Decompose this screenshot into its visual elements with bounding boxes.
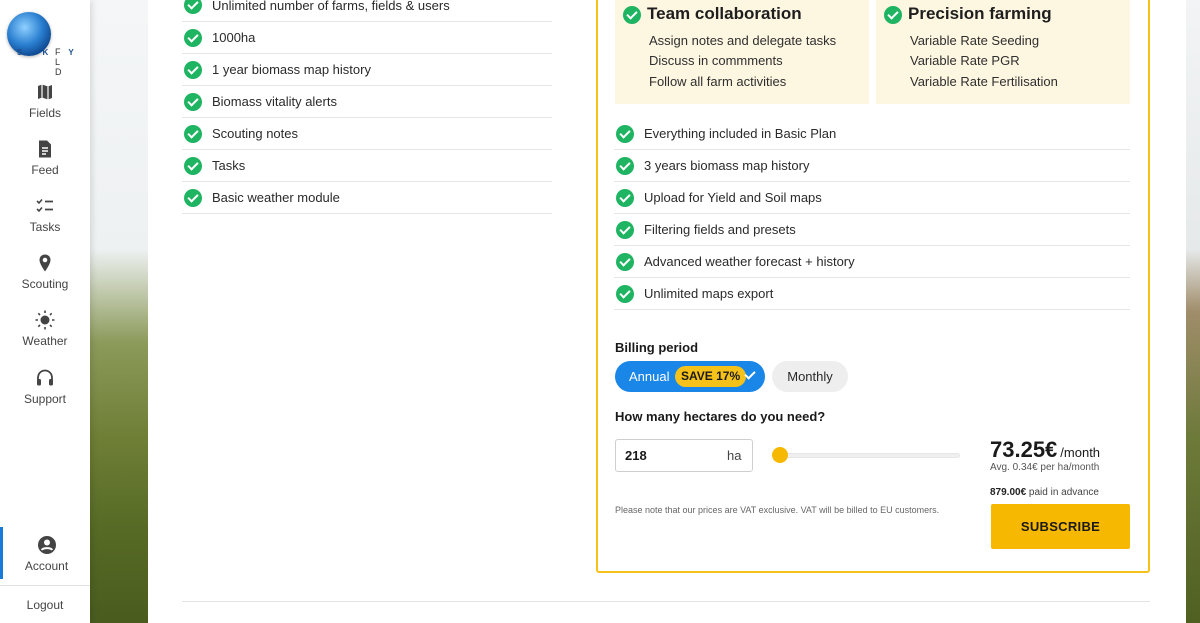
sidebar-item-label: Support	[23, 392, 67, 406]
annual-label: Annual	[629, 369, 670, 384]
sidebar-item-support[interactable]: Support	[0, 368, 90, 406]
sidebar-item-label: Scouting	[21, 277, 69, 291]
check-icon	[616, 157, 634, 175]
sidebar-item-weather[interactable]: Weather	[0, 310, 90, 348]
list-item: Scouting notes	[182, 118, 552, 150]
checkmark-icon	[744, 368, 756, 380]
list-item: Advanced weather forecast + history	[614, 246, 1130, 278]
sidebar-item-label: Fields	[28, 106, 61, 120]
monthly-billing-button[interactable]: Monthly	[772, 361, 848, 392]
check-icon	[184, 189, 202, 207]
list-item: Unlimited maps export	[614, 278, 1130, 310]
hectares-slider[interactable]	[776, 453, 960, 458]
check-icon	[184, 29, 202, 47]
panel-divider	[182, 601, 1150, 602]
advance-payment: 879.00€ paid in advance	[990, 487, 1099, 498]
price-value: 73.25€	[990, 437, 1058, 462]
card-line: Variable Rate PGR	[910, 53, 1020, 68]
advance-text: paid in advance	[1026, 487, 1099, 498]
map-icon	[38, 84, 52, 100]
list-item: 1 year biomass map history	[182, 54, 552, 86]
check-icon	[616, 285, 634, 303]
hectares-unit: ha	[727, 448, 742, 463]
price-display: 73.25€/month	[990, 437, 1100, 463]
check-icon	[616, 221, 634, 239]
sidebar: S K Y F L D Fields Feed Tasks Scouting W…	[0, 0, 90, 623]
check-icon	[184, 157, 202, 175]
sidebar-item-label: Account	[24, 559, 69, 573]
save-badge: SAVE 17%	[675, 366, 747, 387]
checklist-icon	[36, 198, 53, 213]
annual-billing-button[interactable]: Annual SAVE 17%	[615, 361, 765, 392]
check-icon	[184, 93, 202, 111]
logo-text-right: F L D	[55, 47, 70, 77]
card-title: Team collaboration	[647, 4, 802, 23]
list-item: Filtering fields and presets	[614, 214, 1130, 246]
advance-amount: 879.00€	[990, 487, 1027, 498]
card-line: Assign notes and delegate tasks	[649, 33, 837, 48]
sidebar-item-account[interactable]: Account	[0, 527, 90, 579]
sidebar-item-label: Tasks	[29, 220, 61, 234]
hectares-slider-thumb[interactable]	[771, 447, 788, 463]
check-icon	[616, 253, 634, 271]
list-item: 1000ha	[182, 22, 552, 54]
list-item: 3 years biomass map history	[614, 150, 1130, 182]
sidebar-item-fields[interactable]: Fields	[0, 82, 90, 120]
check-icon	[184, 0, 202, 14]
sidebar-item-label: Weather	[22, 334, 68, 348]
list-item: Tasks	[182, 150, 552, 182]
average-price: Avg. 0.34€ per ha/month	[990, 462, 1100, 473]
sidebar-item-tasks[interactable]: Tasks	[0, 196, 90, 234]
feature-card-precision-farming: Precision farming Variable Rate Seeding …	[876, 0, 1130, 104]
list-item: Biomass vitality alerts	[182, 86, 552, 118]
vat-note: Please note that our prices are VAT excl…	[615, 505, 940, 515]
logo[interactable]: S K Y F L D	[7, 12, 87, 77]
background-landscape-right	[1186, 0, 1200, 623]
list-item: Upload for Yield and Soil maps	[614, 182, 1130, 214]
account-icon	[37, 536, 56, 554]
document-icon	[39, 140, 51, 158]
sidebar-item-scouting[interactable]: Scouting	[0, 253, 90, 291]
hectares-question: How many hectares do you need?	[615, 409, 826, 424]
check-icon	[616, 125, 634, 143]
price-period: /month	[1060, 445, 1101, 460]
sidebar-divider	[0, 585, 90, 586]
check-icon	[623, 6, 641, 24]
card-line: Follow all farm activities	[649, 74, 787, 89]
check-icon	[184, 125, 202, 143]
feature-card-team-collaboration: Team collaboration Assign notes and dele…	[615, 0, 869, 104]
sidebar-item-feed[interactable]: Feed	[0, 139, 90, 177]
sidebar-item-label: Feed	[31, 163, 59, 177]
list-item: Unlimited number of farms, fields & user…	[182, 0, 552, 22]
billing-period-label: Billing period	[615, 340, 699, 355]
logout-link[interactable]: Logout	[0, 598, 90, 612]
card-title: Precision farming	[908, 4, 1052, 23]
list-item: Everything included in Basic Plan	[614, 118, 1130, 150]
card-line: Variable Rate Fertilisation	[910, 74, 1058, 89]
check-icon	[184, 61, 202, 79]
check-icon	[616, 189, 634, 207]
card-line: Variable Rate Seeding	[910, 33, 1040, 48]
pin-icon	[39, 254, 51, 272]
headset-icon	[37, 369, 53, 386]
subscribe-button[interactable]: SUBSCRIBE	[991, 504, 1130, 549]
card-line: Discuss in commments	[649, 53, 783, 68]
sun-icon	[35, 310, 55, 330]
list-item: Basic weather module	[182, 182, 552, 214]
check-icon	[884, 6, 902, 24]
